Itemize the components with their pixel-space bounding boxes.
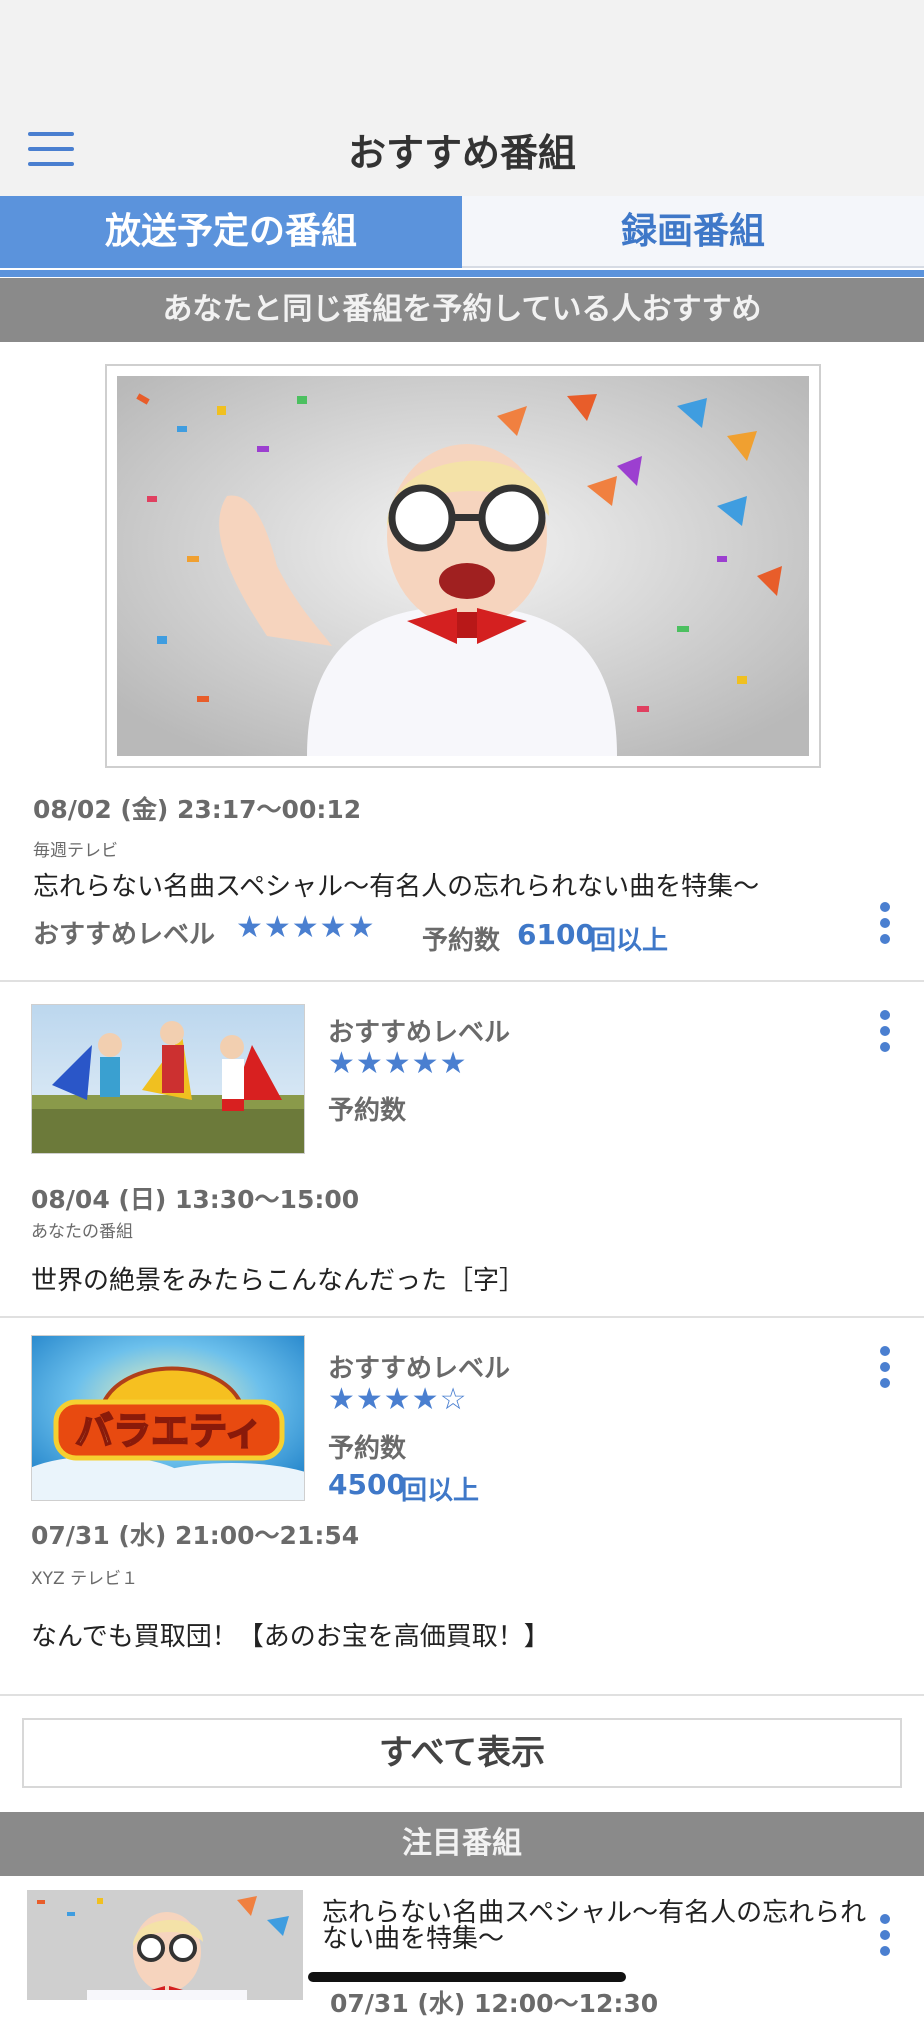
featured-count-suffix: 回以上 <box>590 926 669 956</box>
program-thumbnail[interactable]: バラエティ <box>31 1335 305 1501</box>
divider <box>0 1694 924 1696</box>
featured-image <box>117 376 809 756</box>
item2-rating-stars: ★★★★☆ <box>328 1382 468 1417</box>
item1-title[interactable]: 世界の絶景をみたらこんなんだった［字］ <box>31 1260 525 1297</box>
spotlight-title[interactable]: 忘れらない名曲スペシャル〜有名人の忘れられ ない曲を特集〜 <box>322 1900 892 1952</box>
featured-datetime: 08/02 (金) 23:17〜00:12 <box>33 795 362 824</box>
item1-channel: あなたの番組 <box>31 1222 133 1242</box>
item1-count-label: 予約数 <box>328 1096 407 1126</box>
featured-rec-label: おすすめレベル <box>33 920 216 950</box>
item2-channel: XYZ テレビ１ <box>31 1569 139 1589</box>
tab-scheduled[interactable]: 放送予定の番組 <box>0 196 462 268</box>
page-title: おすすめ番組 <box>347 131 576 175</box>
featured-count-value: 6100 <box>517 918 595 951</box>
spotlight-datetime: 07/31 (水) 12:00〜12:30 <box>330 1989 659 2018</box>
item1-datetime: 08/04 (日) 13:30〜15:00 <box>31 1185 360 1214</box>
tab-bar: 放送予定の番組 録画番組 <box>0 196 924 274</box>
divider <box>0 980 924 982</box>
more-options-icon[interactable] <box>875 1346 895 1390</box>
variety-logo-text: バラエティ <box>75 1409 263 1453</box>
spotlight-title-line2: ない曲を特集〜 <box>322 1924 505 1954</box>
more-options-icon[interactable] <box>875 1914 895 1958</box>
kids-superhero-image <box>32 1005 304 1153</box>
home-indicator <box>308 1972 626 1982</box>
more-options-icon[interactable] <box>875 1010 895 1054</box>
featured-channel: 毎週テレビ <box>33 841 118 861</box>
status-bar <box>0 0 924 100</box>
item2-rec-label: おすすめレベル <box>328 1354 511 1384</box>
featured-program-image[interactable] <box>105 364 821 768</box>
item1-rating-stars: ★★★★★ <box>328 1046 468 1081</box>
show-all-button[interactable]: すべて表示 <box>22 1718 902 1788</box>
nav-bar: おすすめ番組 <box>0 100 924 197</box>
item2-count-suffix: 回以上 <box>401 1476 480 1506</box>
more-options-icon[interactable] <box>875 902 895 946</box>
program-thumbnail[interactable] <box>31 1004 305 1154</box>
item1-rec-label: おすすめレベル <box>328 1018 511 1048</box>
section-header-recommend: あなたと同じ番組を予約している人おすすめ <box>0 278 924 342</box>
tab-recorded[interactable]: 録画番組 <box>462 196 924 268</box>
featured-count-label: 予約数 <box>422 926 501 956</box>
item2-count-value: 4500 <box>328 1468 406 1501</box>
item2-title[interactable]: なんでも買取団！【あのお宝を高価買取！】 <box>31 1616 550 1653</box>
featured-title[interactable]: 忘れらない名曲スペシャル〜有名人の忘れられない曲を特集〜 <box>33 866 759 903</box>
spotlight-image <box>27 1890 303 2000</box>
spotlight-thumbnail[interactable] <box>27 1890 303 2000</box>
item2-count-label: 予約数 <box>328 1434 407 1464</box>
spotlight-title-line1: 忘れらない名曲スペシャル〜有名人の忘れられ <box>322 1898 867 1928</box>
featured-rating-stars: ★★★★★ <box>236 910 376 945</box>
section-header-spotlight: 注目番組 <box>0 1812 924 1876</box>
variety-logo-image: バラエティ <box>32 1336 304 1500</box>
tab-underline <box>0 270 924 277</box>
item2-datetime: 07/31 (水) 21:00〜21:54 <box>31 1521 360 1550</box>
divider <box>0 1316 924 1318</box>
